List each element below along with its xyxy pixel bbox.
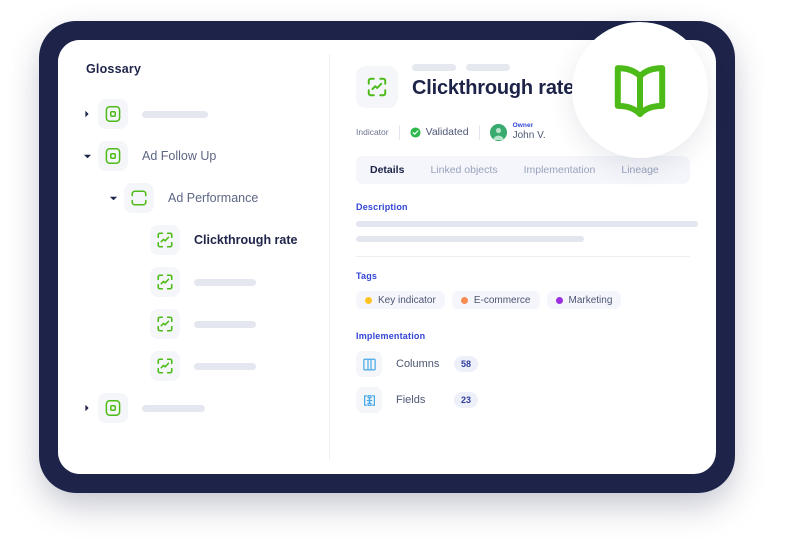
glossary-book-badge: [572, 22, 708, 158]
rounded-frame-icon: [124, 183, 154, 213]
indicator-scan-icon: [150, 309, 180, 339]
breadcrumb-skeleton-1: [412, 64, 456, 71]
tree-item-skeleton: [194, 320, 256, 328]
tree-item-label: Clickthrough rate: [194, 233, 298, 247]
glossary-title: Glossary: [86, 62, 142, 76]
implementation-row[interactable]: Columns 58: [356, 351, 690, 377]
tree-item[interactable]: Ad Performance: [58, 178, 330, 218]
tree-item-skeleton: [194, 278, 256, 286]
tags-list: Key indicator E-commerce Marketing: [356, 291, 690, 309]
chevron-down-icon[interactable]: [80, 149, 94, 163]
owner-name: John V.: [512, 129, 546, 141]
page-title: Clickthrough rate: [412, 77, 575, 99]
implementation-row-count: 58: [454, 356, 479, 372]
tag-label: Key indicator: [378, 294, 436, 306]
tree-item-skeleton: [142, 404, 205, 412]
implementation-row-label: Fields: [396, 394, 426, 406]
indicator-scan-icon: [356, 66, 398, 108]
glossary-sidebar: Glossary Ad Follow Up Ad Performance Cli…: [58, 40, 330, 474]
tag-color-dot: [365, 296, 372, 304]
implementation-section: Implementation Columns 58 Fields 23: [356, 331, 690, 413]
tag-label: E-commerce: [473, 294, 531, 306]
breadcrumb: [412, 64, 574, 71]
implementation-row[interactable]: Fields 23: [356, 387, 690, 413]
domain-square-icon: [98, 141, 128, 171]
tree-item[interactable]: Ad Follow Up: [58, 136, 330, 176]
tags-section: Tags Key indicator E-commerce Marketing: [356, 271, 690, 309]
tree-item-label: Ad Follow Up: [142, 149, 217, 163]
tree-item[interactable]: [58, 94, 330, 134]
status-badge: Validated: [410, 126, 469, 138]
tree-item-skeleton: [142, 110, 208, 118]
section-divider: [356, 256, 690, 257]
description-label: Description: [356, 202, 408, 212]
tab-linked-objects[interactable]: Linked objects: [430, 164, 497, 176]
avatar: [489, 123, 507, 141]
tag-chip[interactable]: Key indicator: [356, 291, 445, 309]
tree-item[interactable]: [58, 262, 330, 302]
open-book-icon: [614, 65, 666, 117]
tree-item[interactable]: [58, 304, 330, 344]
columns-icon: [356, 351, 382, 377]
caret-placeholder: [132, 275, 146, 289]
tab-implementation[interactable]: Implementation: [524, 164, 596, 176]
tree-item-skeleton: [194, 362, 256, 370]
status-label: Validated: [425, 126, 469, 138]
indicator-scan-icon: [150, 351, 180, 381]
tab-bar: Details Linked objects Implementation Linea…: [356, 156, 690, 184]
tree-item[interactable]: [58, 346, 330, 386]
meta-divider-1: [398, 124, 400, 140]
tree-item[interactable]: [58, 388, 330, 428]
tree-item-label: Ad Performance: [168, 191, 259, 205]
entity-type-label: Indicator: [356, 127, 389, 137]
tags-label: Tags: [356, 271, 378, 281]
implementation-label: Implementation: [356, 331, 426, 341]
fields-node-icon: [356, 387, 382, 413]
caret-placeholder: [132, 317, 146, 331]
chevron-right-icon[interactable]: [80, 107, 94, 121]
chevron-down-icon[interactable]: [106, 191, 120, 205]
check-circle-icon: [410, 126, 421, 138]
tab-details[interactable]: Details: [370, 164, 404, 176]
caret-placeholder: [132, 359, 146, 373]
implementation-list: Columns 58 Fields 23: [356, 351, 690, 413]
description-skeleton-2: [356, 236, 584, 242]
owner-label: Owner: [512, 121, 534, 129]
tag-chip[interactable]: E-commerce: [451, 291, 540, 309]
tab-lineage[interactable]: Lineage: [621, 164, 658, 176]
glossary-tree: Ad Follow Up Ad Performance Clickthrough…: [58, 94, 330, 428]
chevron-right-icon[interactable]: [80, 401, 94, 415]
owner-info[interactable]: Owner John V.: [489, 121, 546, 141]
tag-label: Marketing: [568, 294, 613, 306]
implementation-row-label: Columns: [396, 358, 440, 370]
caret-placeholder: [132, 233, 146, 247]
tag-color-dot: [460, 296, 468, 304]
breadcrumb-skeleton-2: [466, 64, 510, 71]
implementation-row-count: 23: [454, 392, 479, 408]
tag-chip[interactable]: Marketing: [546, 291, 622, 309]
indicator-scan-icon: [150, 225, 180, 255]
description-section: Description: [356, 202, 698, 257]
tag-color-dot: [555, 296, 563, 304]
domain-square-icon: [98, 393, 128, 423]
domain-square-icon: [98, 99, 128, 129]
indicator-scan-icon: [150, 267, 180, 297]
meta-divider-2: [478, 124, 480, 140]
tree-item[interactable]: Clickthrough rate: [58, 220, 330, 260]
description-skeleton-1: [356, 221, 698, 227]
